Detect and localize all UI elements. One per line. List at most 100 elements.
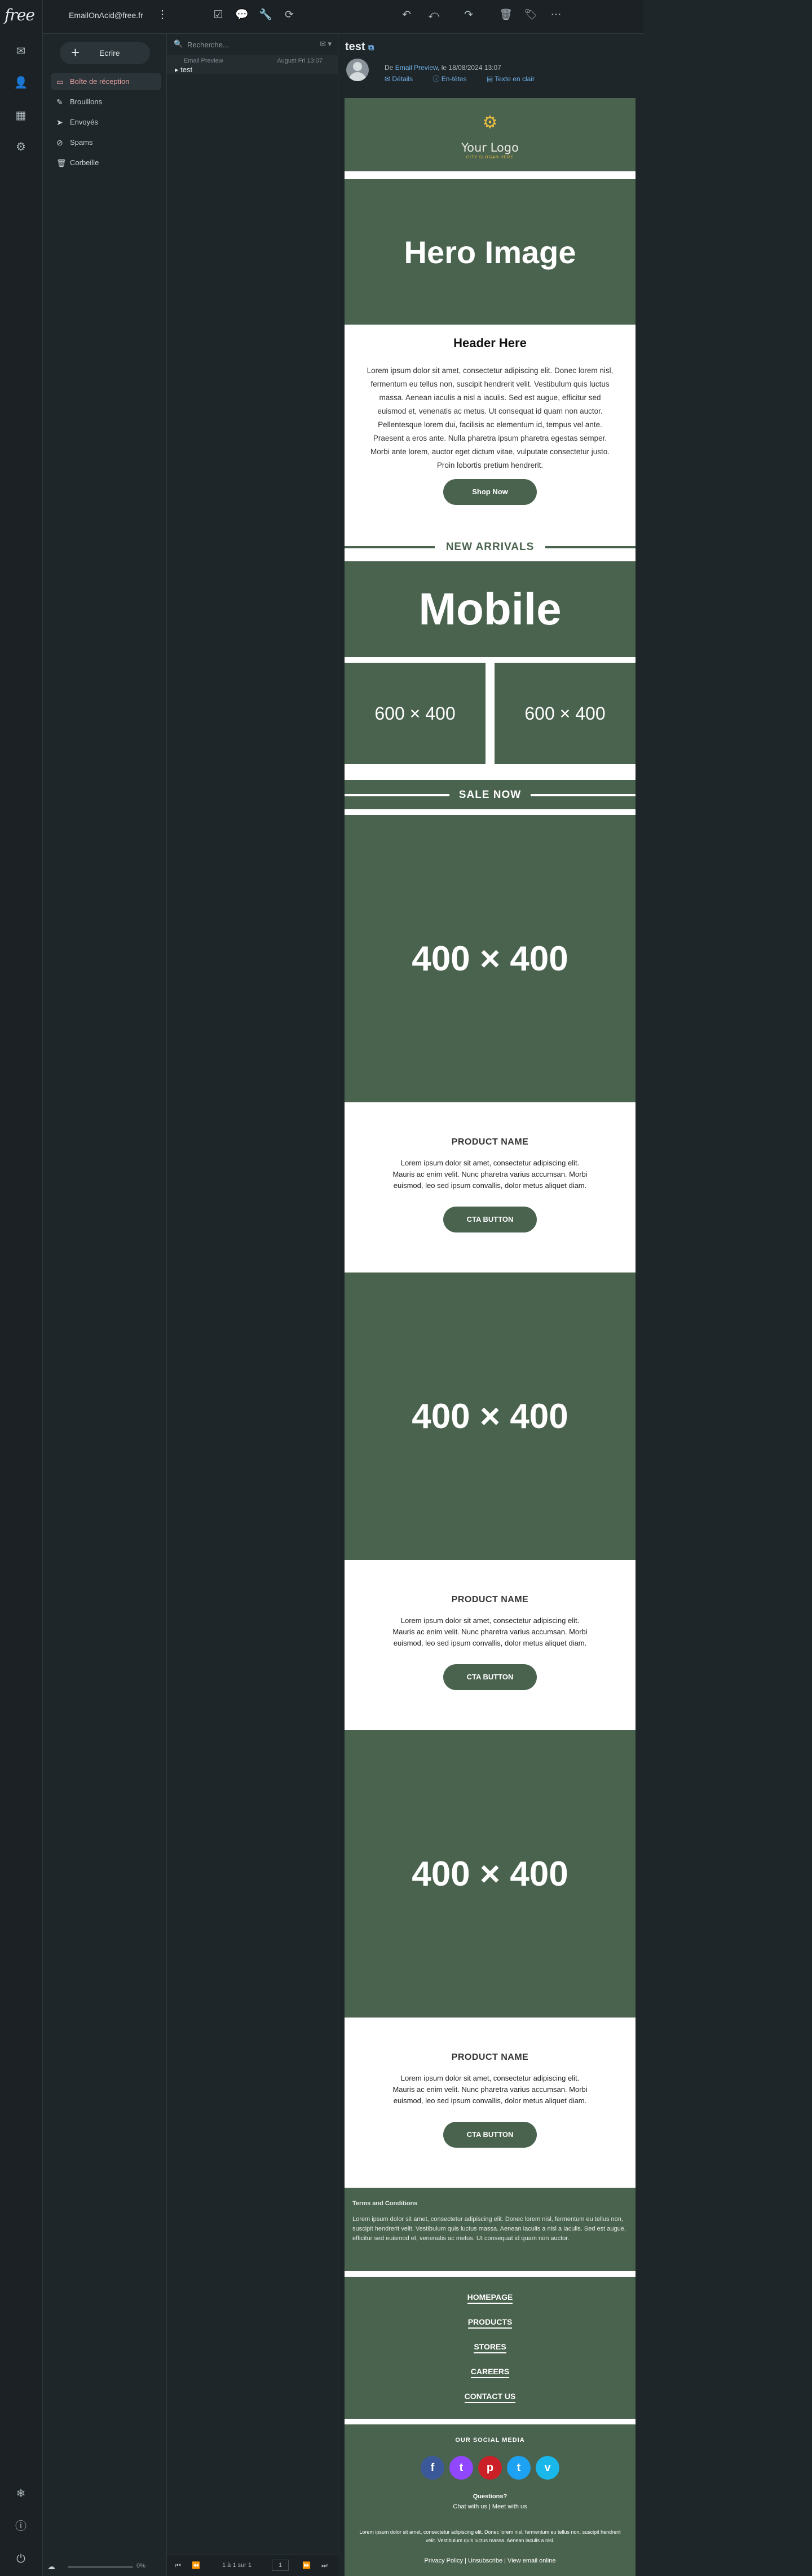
message-date: August Fri 13:07	[277, 57, 323, 64]
plain-text-label: Texte en clair	[495, 75, 535, 83]
list-item[interactable]: Email Preview August Fri 13:07 ▸ test	[167, 55, 338, 74]
sender-link[interactable]: Email Preview	[395, 64, 438, 72]
nav-link-stores[interactable]: STORES	[345, 2342, 636, 2353]
snowflake-icon[interactable]: ❄	[12, 2485, 29, 2502]
more-icon[interactable]: ⋯	[548, 7, 564, 24]
folder-label: Brouillons	[70, 97, 103, 106]
reply-all-icon[interactable]: ⤺	[425, 7, 442, 24]
sale-now-divider: SALE NOW	[345, 780, 636, 809]
details-label: Détails	[392, 75, 413, 83]
plain-text-link[interactable]: ▤ Texte en clair	[487, 75, 544, 83]
forward-icon[interactable]: ↷	[460, 7, 477, 24]
product-name: PRODUCT NAME	[451, 2052, 529, 2062]
chat-meet-links[interactable]: Chat with us | Meet with us	[345, 2503, 636, 2510]
right-column-image: 600 × 400	[495, 663, 636, 764]
terms-text: Lorem ipsum dolor sit amet, consectetur …	[352, 2216, 626, 2242]
tag-icon[interactable]: 🏷	[522, 7, 539, 24]
facebook-icon[interactable]: f	[421, 2456, 444, 2480]
folder-label: Corbeille	[70, 158, 99, 167]
last-page-icon[interactable]: ⏭	[321, 2561, 328, 2570]
next-page-icon[interactable]: ⏩	[302, 2561, 311, 2569]
calendar-icon[interactable]: ▦	[12, 107, 29, 124]
search-bar[interactable]: 🔍 Recherche... ✉ ▾	[173, 37, 333, 52]
inbox-icon: ▭	[56, 77, 64, 86]
product-name: PRODUCT NAME	[451, 1137, 529, 1147]
footer-text: Lorem ipsum dolor sit amet, consectetur …	[359, 2529, 621, 2543]
footer-links[interactable]: Privacy Policy | Unsubscribe | View emai…	[345, 2557, 636, 2564]
nav-link-careers[interactable]: CAREERS	[345, 2367, 636, 2378]
vimeo-icon[interactable]: v	[536, 2456, 559, 2480]
avatar	[346, 59, 369, 81]
cta-button[interactable]: CTA BUTTON	[443, 1207, 537, 1232]
compose-label: Ecrire	[99, 48, 120, 57]
product-image: 400 × 400	[345, 1730, 636, 2018]
pencil-icon: ✎	[56, 97, 63, 107]
new-arrivals-divider: NEW ARRIVALS	[345, 532, 636, 561]
reply-icon[interactable]: ↶	[398, 7, 415, 24]
page-number-input[interactable]: 1	[272, 2560, 289, 2571]
email-subject: test ⧉	[345, 41, 374, 54]
nav-link-products[interactable]: PRODUCTS	[345, 2317, 636, 2329]
compose-button[interactable]: + Ecrire	[60, 42, 150, 64]
power-icon[interactable]: ⏻	[12, 2551, 29, 2568]
envelope-filter-icon[interactable]: ✉ ▾	[320, 39, 332, 48]
message-subject: ▸ test	[175, 65, 193, 74]
message-subject-text: test	[180, 65, 193, 74]
quota-track	[68, 2566, 133, 2568]
external-link-icon[interactable]: ⧉	[368, 43, 374, 52]
from-line: De Email Preview, le 18/08/2024 13:07	[385, 64, 501, 72]
list-pagination: ⏮ ⏪ 1 à 1 sur 1 1 ⏩ ⏭	[167, 2555, 338, 2576]
headers-link[interactable]: ⓘ En-têtes	[433, 75, 475, 83]
folder-trash[interactable]: 🗑 Corbeille	[51, 154, 161, 171]
details-link[interactable]: ✉ Détails	[385, 75, 422, 83]
message-actions: ✉ Détails ⓘ En-têtes ▤ Texte en clair	[385, 74, 553, 83]
select-all-icon[interactable]: ☑	[210, 7, 227, 24]
search-input[interactable]: Recherche...	[187, 41, 229, 49]
storage-icon: ☁	[47, 2562, 55, 2571]
folder-spam[interactable]: ⊘ Spams	[51, 134, 161, 151]
folder-label: Envoyés	[70, 118, 98, 126]
trash-icon: 🗑	[56, 158, 67, 167]
intro-section: Header Here Lorem ipsum dolor sit amet, …	[345, 325, 636, 532]
from-prefix: De	[385, 64, 394, 72]
folder-label: Spams	[70, 138, 93, 147]
terms-section: Terms and Conditions Lorem ipsum dolor s…	[345, 2188, 636, 2271]
comment-icon[interactable]: 💬	[233, 7, 250, 24]
pinterest-icon[interactable]: p	[478, 2456, 502, 2480]
footer-nav: HOMEPAGE PRODUCTS STORES CAREERS CONTACT…	[345, 2277, 636, 2419]
logo-gear-icon: ⚙	[482, 113, 498, 132]
mobile-image: Mobile	[345, 561, 636, 657]
sale-now-title: SALE NOW	[458, 789, 522, 801]
settings-icon[interactable]: ⚙	[12, 139, 29, 156]
folder-drafts[interactable]: ✎ Brouillons	[51, 94, 161, 110]
nav-link-contact[interactable]: CONTACT US	[345, 2392, 636, 2403]
delete-icon[interactable]: 🗑	[497, 7, 514, 24]
email-footer: Lorem ipsum dolor sit amet, consectetur …	[345, 2525, 636, 2576]
folder-sent[interactable]: ➤ Envoyés	[51, 114, 161, 131]
cta-button[interactable]: CTA BUTTON	[443, 2122, 537, 2148]
shop-now-button[interactable]: Shop Now	[443, 479, 537, 505]
top-toolbar: EmailOnAcid@free.fr ⋮ ☑ 💬 🔧 ⟳ ↶ ⤺ ↷ 🗑 🏷 …	[43, 0, 643, 34]
mail-icon[interactable]: ✉	[12, 43, 29, 60]
refresh-icon[interactable]: ⟳	[281, 7, 298, 24]
product-image: 400 × 400	[345, 1273, 636, 1560]
contacts-icon[interactable]: 👤	[12, 74, 29, 91]
message-list: 🔍 Recherche... ✉ ▾ Email Preview August …	[167, 34, 338, 2576]
tools-icon[interactable]: 🔧	[257, 7, 274, 24]
quota-value: 0%	[136, 2562, 145, 2569]
cta-button[interactable]: CTA BUTTON	[443, 1664, 537, 1690]
questions-label: Questions?	[473, 2493, 508, 2500]
twitch-icon[interactable]: t	[449, 2456, 473, 2480]
first-page-icon[interactable]: ⏮	[175, 2561, 181, 2570]
search-icon: 🔍	[174, 39, 183, 48]
spacer	[345, 171, 636, 179]
free-logo[interactable]: free	[5, 6, 35, 24]
left-column-image: 600 × 400	[345, 663, 486, 764]
twitter-icon[interactable]: t	[507, 2456, 531, 2480]
folder-inbox[interactable]: ▭ Boîte de réception	[51, 73, 161, 90]
info-icon[interactable]: ⓘ	[12, 2518, 29, 2535]
prev-page-icon[interactable]: ⏪	[192, 2561, 200, 2569]
account-email[interactable]: EmailOnAcid@free.fr	[69, 11, 143, 20]
account-menu-icon[interactable]: ⋮	[157, 7, 168, 21]
nav-link-homepage[interactable]: HOMEPAGE	[345, 2293, 636, 2304]
